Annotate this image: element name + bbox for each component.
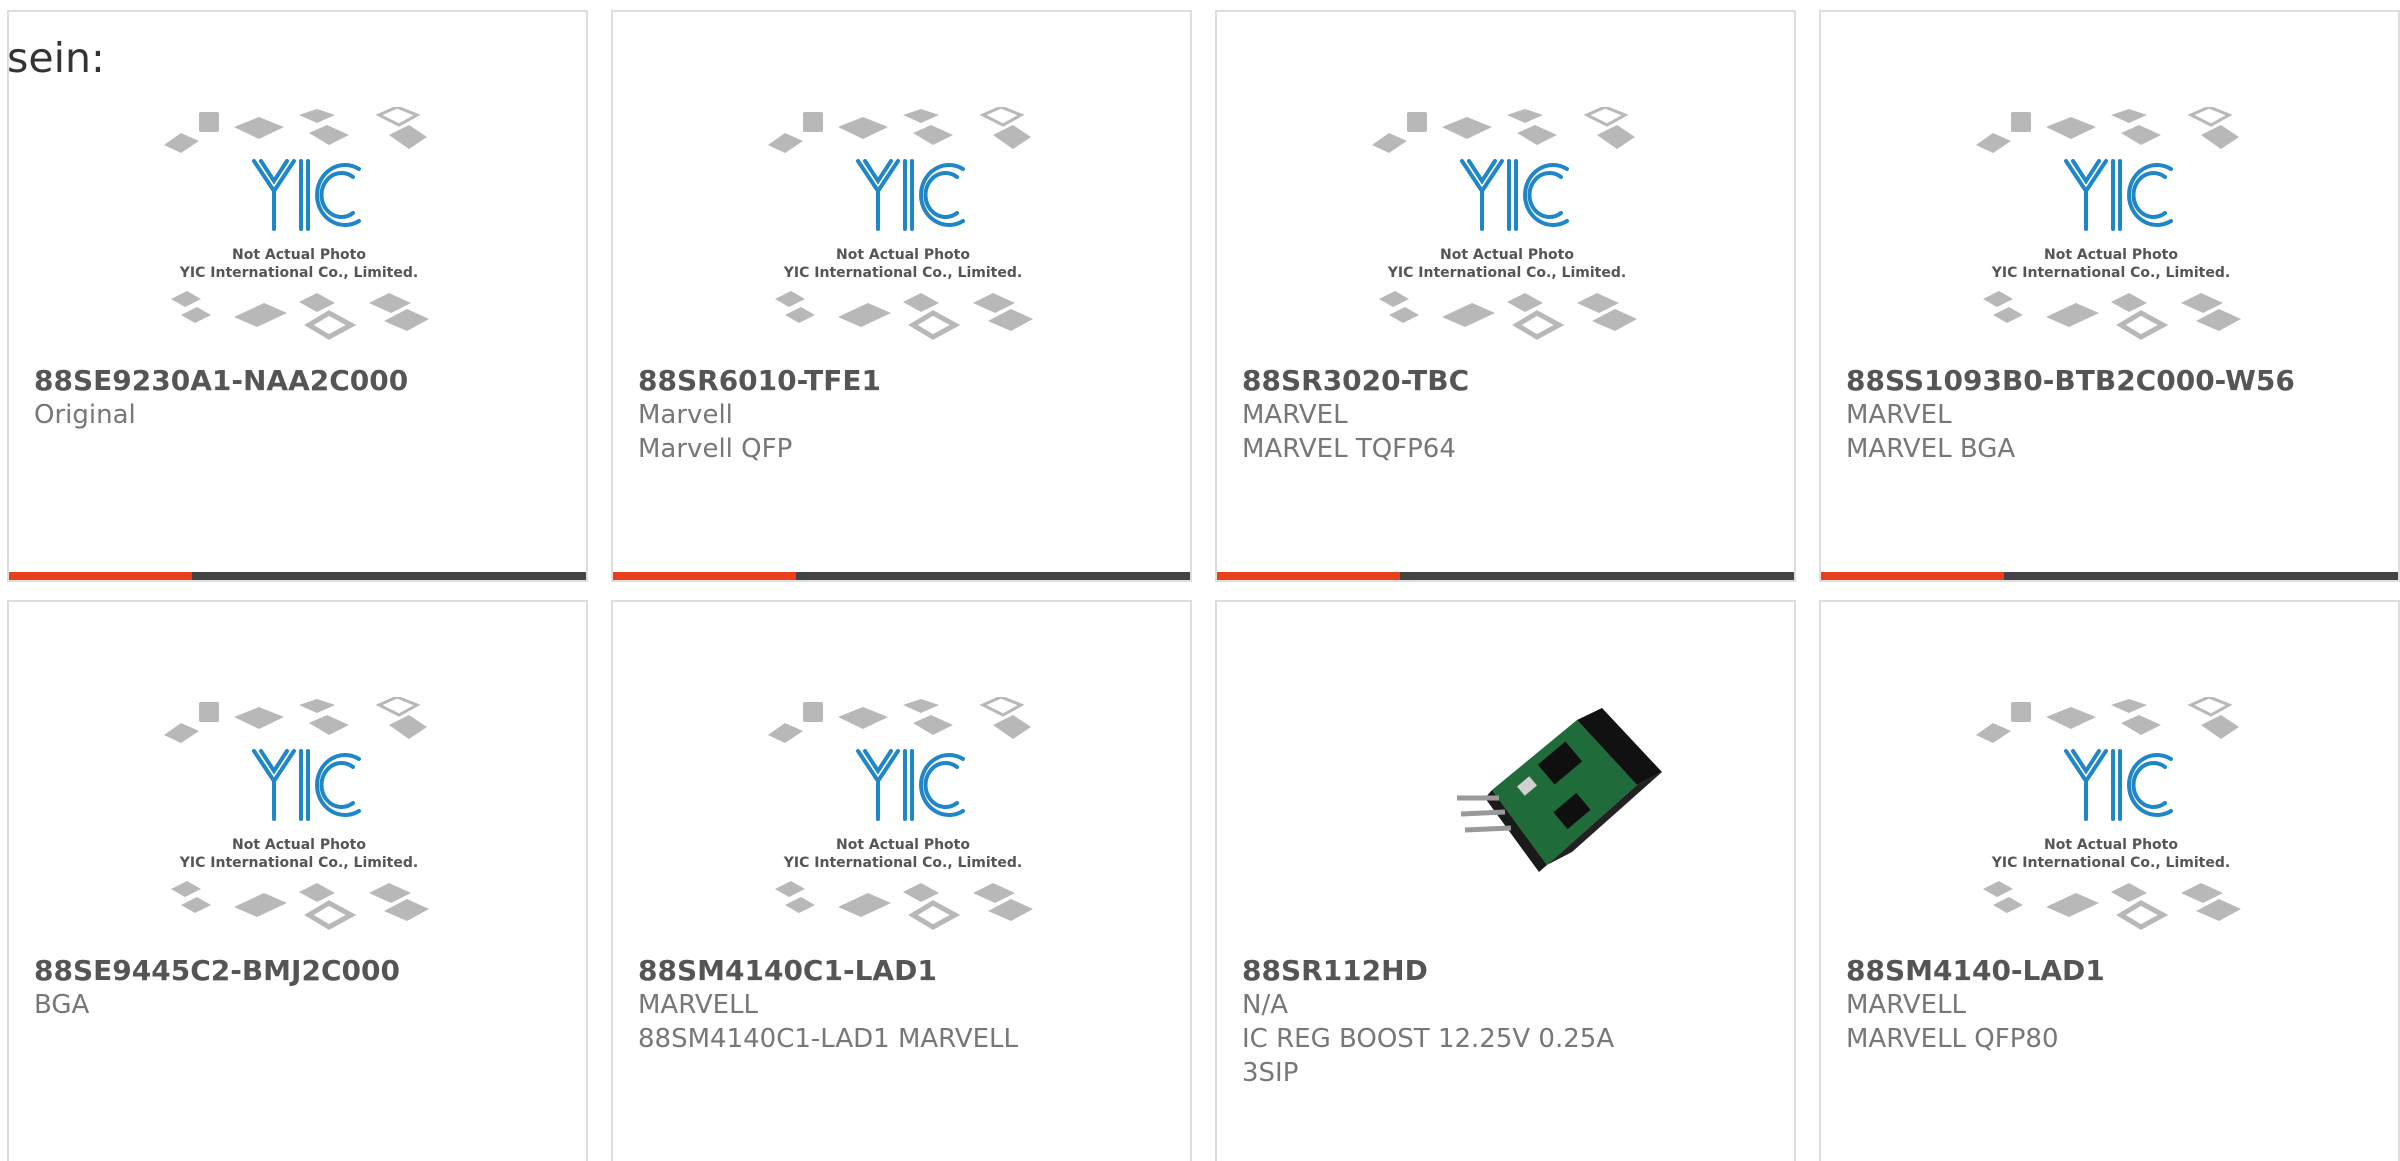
product-detail-1: Marvell [638, 400, 733, 430]
placeholder-text-1: Not Actual Photo [836, 247, 970, 263]
product-detail-2: MARVEL BGA [1846, 434, 2016, 464]
product-detail-2: 88SM4140C1-LAD1 MARVELL [638, 1024, 1019, 1054]
placeholder-text-1: Not Actual Photo [232, 837, 366, 853]
placeholder-text-1: Not Actual Photo [2044, 247, 2178, 263]
product-image-placeholder-icon: Not Actual Photo YIC International Co., … [768, 107, 1033, 340]
product-card-88sr6010[interactable]: Not Actual Photo YIC International Co., … [611, 10, 1192, 582]
product-grid: Not Actual Photo YIC International Co., … [0, 0, 2400, 1161]
product-detail-1: MARVELL [1846, 990, 1967, 1020]
product-card-88se9445c2[interactable]: Not Actual Photo YIC International Co., … [7, 600, 588, 1161]
placeholder-text-2: YIC International Co., Limited. [179, 265, 418, 281]
placeholder-text-2: YIC International Co., Limited. [783, 855, 1022, 871]
product-photo-icon [1457, 708, 1662, 872]
product-image-placeholder-icon: Not Actual Photo YIC International Co., … [164, 697, 429, 930]
product-detail-2: MARVEL TQFP64 [1242, 434, 1456, 464]
placeholder-text-1: Not Actual Photo [232, 247, 366, 263]
product-detail-2: Marvell QFP [638, 434, 793, 464]
truncated-heading-text: sein: [7, 34, 105, 82]
product-image-placeholder-icon: Not Actual Photo YIC International Co., … [768, 697, 1033, 930]
product-name: 88SM4140-LAD1 [1846, 954, 2105, 987]
product-detail-1: N/A [1242, 990, 1288, 1020]
card-bottom-bar [613, 572, 1190, 580]
placeholder-text-2: YIC International Co., Limited. [1387, 265, 1626, 281]
card-bottom-bar [1821, 572, 2398, 580]
product-name: 88SR3020-TBC [1242, 364, 1470, 397]
placeholder-text-2: YIC International Co., Limited. [783, 265, 1022, 281]
product-card-88ss1093b0[interactable]: Not Actual Photo YIC International Co., … [1819, 10, 2400, 582]
product-detail-2: IC REG BOOST 12.25V 0.25A [1242, 1024, 1615, 1054]
product-grid-page: sein: Not Actual Photo YIC International… [0, 0, 2400, 1161]
product-image-placeholder-icon: Not Actual Photo YIC International Co., … [1976, 697, 2241, 930]
card-bottom-bar [1217, 572, 1794, 580]
product-name: 88SM4140C1-LAD1 [638, 954, 937, 987]
product-detail-1: MARVELL [638, 990, 759, 1020]
product-card-88sr112hd[interactable]: 88SR112HD N/A IC REG BOOST 12.25V 0.25A … [1215, 600, 1796, 1161]
product-detail-2: MARVELL QFP80 [1846, 1024, 2059, 1054]
placeholder-text-1: Not Actual Photo [1440, 247, 1574, 263]
product-detail-1: MARVEL [1846, 400, 1952, 430]
product-card-88sm4140-lad1[interactable]: Not Actual Photo YIC International Co., … [1819, 600, 2400, 1161]
placeholder-text-2: YIC International Co., Limited. [1991, 265, 2230, 281]
placeholder-text-1: Not Actual Photo [2044, 837, 2178, 853]
product-card-88sr3020[interactable]: Not Actual Photo YIC International Co., … [1215, 10, 1796, 582]
product-image-placeholder-icon: Not Actual Photo YIC International Co., … [164, 107, 429, 340]
product-detail-1: BGA [34, 990, 90, 1020]
product-card-88sm4140c1[interactable]: Not Actual Photo YIC International Co., … [611, 600, 1192, 1161]
card-bottom-bar [9, 572, 586, 580]
product-detail-3: 3SIP [1242, 1058, 1299, 1088]
product-detail-1: Original [34, 400, 136, 430]
product-name: 88SR112HD [1242, 954, 1428, 987]
placeholder-text-2: YIC International Co., Limited. [179, 855, 418, 871]
product-card-88se9230a1[interactable]: Not Actual Photo YIC International Co., … [7, 10, 588, 582]
product-detail-1: MARVEL [1242, 400, 1348, 430]
product-name: 88SE9445C2-BMJ2C000 [34, 954, 400, 987]
product-name: 88SS1093B0-BTB2C000-W56 [1846, 364, 2295, 397]
product-image-placeholder-icon: Not Actual Photo YIC International Co., … [1372, 107, 1637, 340]
placeholder-text-2: YIC International Co., Limited. [1991, 855, 2230, 871]
placeholder-text-1: Not Actual Photo [836, 837, 970, 853]
product-name: 88SE9230A1-NAA2C000 [34, 364, 409, 397]
product-image-placeholder-icon: Not Actual Photo YIC International Co., … [1976, 107, 2241, 340]
product-name: 88SR6010-TFE1 [638, 364, 881, 397]
